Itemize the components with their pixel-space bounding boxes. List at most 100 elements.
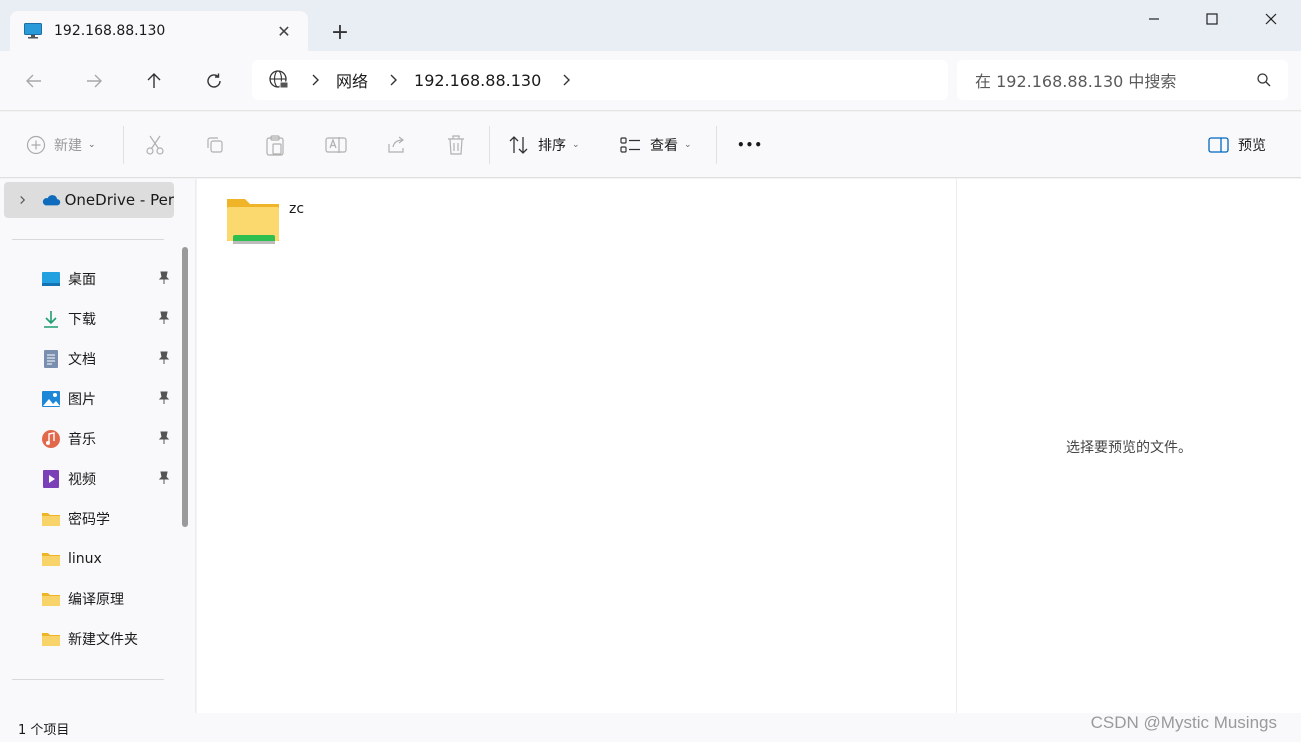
network-globe-icon xyxy=(269,70,289,89)
file-item[interactable]: zc xyxy=(225,195,304,247)
paste-button[interactable] xyxy=(265,132,285,158)
folder-icon xyxy=(40,628,62,650)
sidebar-divider xyxy=(12,679,164,680)
breadcrumb-network[interactable]: 网络 xyxy=(336,68,368,92)
trash-icon xyxy=(448,135,464,155)
sidebar-item-label: 视频 xyxy=(68,472,96,488)
scissors-icon xyxy=(146,135,164,155)
folder-icon xyxy=(40,588,62,610)
search-placeholder: 在 192.168.88.130 中搜索 xyxy=(975,72,1177,91)
up-button[interactable] xyxy=(138,65,170,97)
refresh-button[interactable] xyxy=(198,65,230,97)
pin-icon[interactable] xyxy=(158,391,170,405)
pin-icon[interactable] xyxy=(158,311,170,325)
sort-label: 排序 xyxy=(538,138,566,154)
sort-icon xyxy=(509,136,528,154)
tab-title: 192.168.88.130 xyxy=(54,23,166,39)
view-list-icon xyxy=(620,137,640,153)
forward-arrow-icon xyxy=(87,74,102,88)
sidebar-item-downloads[interactable]: 下载 xyxy=(40,301,174,337)
close-tab-icon[interactable]: ✕ xyxy=(274,21,294,41)
search-input[interactable]: 在 192.168.88.130 中搜索 xyxy=(957,60,1288,100)
item-count: 1 个项目 xyxy=(18,723,70,738)
sidebar-item-label: 编译原理 xyxy=(68,592,124,608)
toolbar-divider xyxy=(489,126,490,164)
sidebar-scrollbar[interactable] xyxy=(182,247,188,527)
navigation-bar: 网络 192.168.88.130 在 192.168.88.130 中搜索 xyxy=(0,51,1301,111)
close-icon xyxy=(1265,13,1277,25)
video-icon xyxy=(40,468,62,490)
sidebar-item-label: 文档 xyxy=(68,352,96,368)
chevron-right-icon xyxy=(312,74,319,86)
rename-button[interactable] xyxy=(325,132,347,158)
folder-icon xyxy=(40,508,62,530)
sidebar-item-label: 桌面 xyxy=(68,272,96,288)
copy-button[interactable] xyxy=(205,132,225,158)
navigation-pane: OneDrive - Per 桌面 下载 文档 图片 音乐 视频 密码学 lin… xyxy=(0,179,196,713)
pin-icon[interactable] xyxy=(158,471,170,485)
share-icon xyxy=(388,136,404,153)
close-window-button[interactable] xyxy=(1248,4,1294,34)
sidebar-item-music[interactable]: 音乐 xyxy=(40,421,174,457)
sidebar-item-cryptography[interactable]: 密码学 xyxy=(40,501,174,537)
search-icon xyxy=(1257,73,1271,87)
status-bar: 1 个项目 CSDN @Mystic Musings xyxy=(0,713,1301,742)
sidebar-item-label: OneDrive - Per xyxy=(64,191,174,209)
more-icon: ••• xyxy=(737,138,764,152)
toolbar-divider xyxy=(716,126,717,164)
sidebar-item-compilers[interactable]: 编译原理 xyxy=(40,581,174,617)
cut-button[interactable] xyxy=(145,132,165,158)
new-tab-button[interactable]: + xyxy=(326,20,354,45)
maximize-button[interactable] xyxy=(1189,4,1235,34)
chevron-right-icon[interactable] xyxy=(386,73,400,87)
sidebar-item-pictures[interactable]: 图片 xyxy=(40,381,174,417)
clipboard-icon xyxy=(266,135,284,156)
cloud-icon xyxy=(42,195,61,206)
preview-pane-button[interactable]: 预览 xyxy=(1208,132,1266,158)
tab-active[interactable]: 192.168.88.130 ✕ xyxy=(10,11,308,51)
plus-circle-icon xyxy=(26,135,46,155)
view-label: 查看 xyxy=(650,138,678,154)
new-label: 新建 xyxy=(54,138,82,154)
sidebar-item-label: 新建文件夹 xyxy=(68,632,138,648)
preview-message: 选择要预览的文件。 xyxy=(1066,440,1192,456)
delete-button[interactable] xyxy=(446,132,466,158)
address-bar[interactable]: 网络 192.168.88.130 xyxy=(252,60,948,100)
more-options-button[interactable]: ••• xyxy=(737,132,763,158)
folder-icon xyxy=(40,548,62,570)
download-icon xyxy=(40,308,62,330)
view-button[interactable]: 查看 ⌄ xyxy=(620,132,692,158)
sidebar-item-documents[interactable]: 文档 xyxy=(40,341,174,377)
sidebar-item-linux[interactable]: linux xyxy=(40,541,174,577)
file-name: zc xyxy=(289,201,305,217)
new-button[interactable]: 新建 ⌄ xyxy=(26,132,96,158)
network-folder-icon xyxy=(227,199,279,244)
sidebar-item-videos[interactable]: 视频 xyxy=(40,461,174,497)
share-button[interactable] xyxy=(386,132,406,158)
back-button[interactable] xyxy=(18,65,50,97)
forward-button[interactable] xyxy=(78,65,110,97)
desktop-icon xyxy=(40,268,62,290)
rename-icon xyxy=(325,137,347,153)
refresh-icon xyxy=(207,73,221,88)
chevron-right-icon[interactable] xyxy=(559,73,573,87)
preview-pane: 选择要预览的文件。 xyxy=(956,179,1301,713)
pin-icon[interactable] xyxy=(158,351,170,365)
pin-icon[interactable] xyxy=(158,431,170,445)
minimize-button[interactable] xyxy=(1131,4,1177,34)
sidebar-item-label: 密码学 xyxy=(68,512,110,528)
up-arrow-icon xyxy=(147,73,161,88)
preview-pane-icon xyxy=(1208,137,1229,153)
back-arrow-icon xyxy=(26,74,41,88)
monitor-icon xyxy=(24,23,42,39)
preview-label: 预览 xyxy=(1238,138,1266,154)
chevron-right-icon[interactable] xyxy=(18,194,27,206)
pin-icon[interactable] xyxy=(158,271,170,285)
breadcrumb-host[interactable]: 192.168.88.130 xyxy=(414,71,541,90)
sidebar-item-desktop[interactable]: 桌面 xyxy=(40,261,174,297)
sidebar-item-onedrive[interactable]: OneDrive - Per xyxy=(4,182,174,218)
command-bar: 新建 ⌄ 排序 ⌄ 查看 ⌄ ••• 预览 xyxy=(0,112,1301,178)
sidebar-item-new-folder[interactable]: 新建文件夹 xyxy=(40,621,174,657)
sort-button[interactable]: 排序 ⌄ xyxy=(508,132,580,158)
title-bar: 192.168.88.130 ✕ + xyxy=(0,0,1301,52)
